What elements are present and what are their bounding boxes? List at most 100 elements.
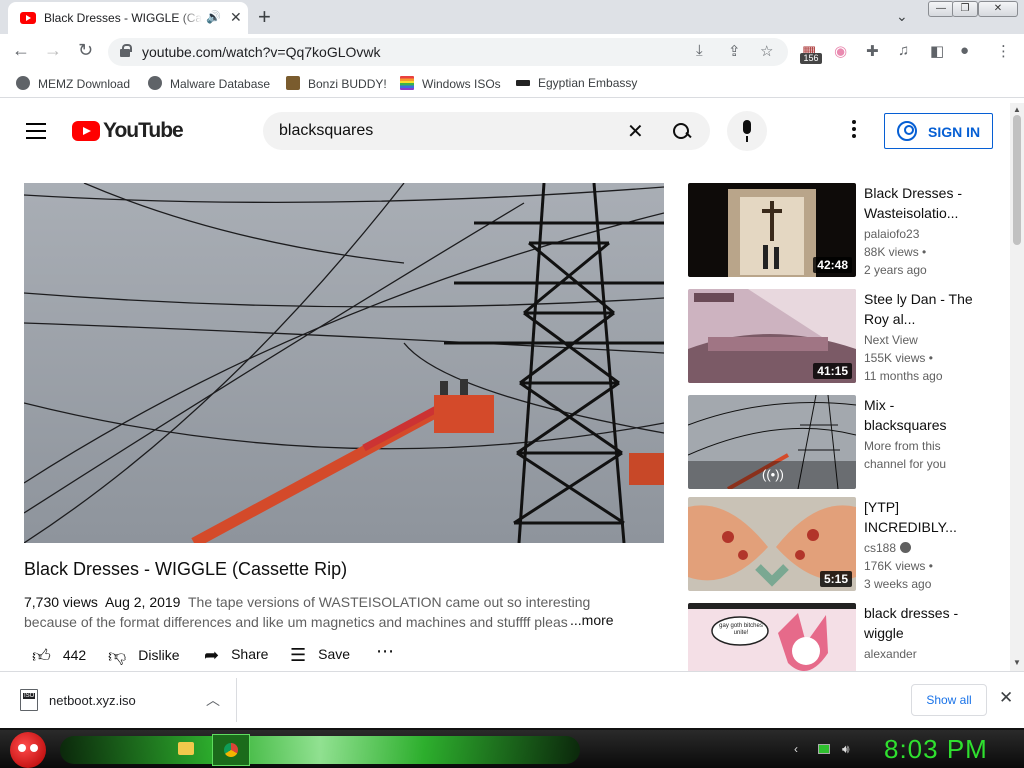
tab-close-icon[interactable]: ✕	[230, 9, 242, 26]
bookmark-bonzi-buddy[interactable]: Bonzi BUDDY!	[286, 76, 387, 91]
share-button[interactable]: ➦ Share	[204, 645, 268, 666]
back-button[interactable]: ←	[12, 40, 30, 61]
recommendation-item[interactable]: 41:15 Stee ly Dan - The Roy al... Next V…	[688, 289, 998, 383]
show-all-downloads-button[interactable]: Show all	[911, 684, 987, 716]
url-text[interactable]: youtube.com/watch?v=Qq7koGLOvwk	[142, 44, 381, 60]
recommendation-title[interactable]: black dresses - wiggle	[864, 603, 976, 643]
youtube-logo-icon[interactable]	[72, 121, 100, 141]
save-button[interactable]: ☰ Save	[290, 645, 350, 666]
forward-button[interactable]: →	[44, 40, 62, 61]
channel-name[interactable]: cs188	[864, 539, 994, 557]
file-explorer-folder-icon[interactable]	[178, 742, 194, 755]
like-button[interactable]: 👍︎ 442	[32, 645, 86, 667]
tray-expand-icon[interactable]: ‹	[794, 742, 798, 756]
bookmark-egyptian-embassy[interactable]: Egyptian Embassy	[516, 76, 637, 90]
more-actions-icon[interactable]: ⋯	[376, 641, 394, 662]
install-app-icon[interactable]: ⤓	[696, 42, 703, 59]
description-more-link[interactable]: ...more	[568, 612, 614, 628]
extension-flag-icon[interactable]: ◉	[834, 42, 847, 60]
volume-icon[interactable]: 🔊︎	[842, 742, 850, 757]
close-shelf-icon[interactable]: ✕	[999, 688, 1013, 708]
side-panel-icon[interactable]: ◧	[930, 42, 944, 60]
recommendation-thumbnail[interactable]: 41:15	[688, 289, 856, 383]
minimize-button[interactable]: —	[928, 1, 954, 17]
reload-button[interactable]: ↻	[78, 40, 93, 61]
profile-avatar-icon[interactable]: ●	[960, 42, 969, 59]
recommendation-item[interactable]: 42:48 Black Dresses - Wasteisolatio... p…	[688, 183, 998, 277]
speech-bubble-text: gay goth bitches unite!	[719, 623, 763, 636]
sign-in-label: SIGN IN	[928, 124, 981, 140]
settings-more-icon[interactable]	[852, 120, 856, 141]
bookmark-label: Egyptian Embassy	[538, 76, 638, 90]
globe-icon	[16, 76, 30, 90]
bookmark-memz[interactable]: MEMZ Download	[16, 76, 130, 91]
recommendation-title[interactable]: Stee ly Dan - The Roy al...	[864, 289, 976, 329]
bookmarks-bar: MEMZ Download Malware Database Bonzi BUD…	[0, 70, 1024, 98]
extensions-puzzle-icon[interactable]: ✚	[866, 42, 879, 60]
bonzi-icon	[286, 76, 300, 90]
address-bar[interactable]: youtube.com/watch?v=Qq7koGLOvwk ⤓ ⇪ ☆	[108, 38, 788, 66]
taskbar-clock[interactable]: 8:03 PM	[884, 734, 988, 765]
share-page-icon[interactable]: ⇪	[728, 42, 741, 60]
page-scrollbar[interactable]: ▲ ▼	[1010, 103, 1024, 671]
video-frame-power-tower	[24, 183, 664, 543]
search-icon[interactable]	[671, 121, 693, 143]
recommendation-thumbnail[interactable]: ((•))	[688, 395, 856, 489]
bookmark-label: Bonzi BUDDY!	[308, 77, 387, 91]
recommendation-thumbnail[interactable]: 42:48	[688, 183, 856, 277]
sign-in-button[interactable]: SIGN IN	[884, 113, 993, 149]
lock-icon[interactable]	[120, 44, 132, 57]
recommendation-item[interactable]: 5:15 [YTP] INCREDIBLY... cs188 176K view…	[688, 497, 998, 591]
bookmark-malware-database[interactable]: Malware Database	[148, 76, 270, 91]
youtube-wordmark[interactable]: YouTube	[103, 119, 184, 143]
video-player[interactable]	[24, 183, 664, 543]
download-options-chevron-icon[interactable]: ︿	[206, 690, 220, 710]
dislike-button[interactable]: 👎︎ Dislike	[108, 645, 180, 667]
recommendation-age: 3 weeks ago	[864, 577, 932, 591]
guide-menu-icon[interactable]	[26, 123, 46, 139]
scroll-down-arrow-icon[interactable]: ▼	[1013, 658, 1021, 667]
recommendation-views: 155K views •	[864, 351, 933, 365]
chrome-taskbar-icon[interactable]	[212, 734, 250, 766]
restore-button[interactable]: ❐	[952, 1, 978, 17]
like-count: 442	[62, 647, 87, 663]
share-arrow-icon: ➦	[204, 645, 220, 665]
new-tab-button[interactable]: +	[258, 4, 271, 30]
share-label: Share	[231, 646, 269, 662]
channel-name-text: cs188	[864, 541, 897, 555]
scrollbar-thumb[interactable]	[1013, 115, 1021, 245]
search-bar[interactable]: blacksquares ✕	[263, 112, 710, 150]
clear-search-icon[interactable]: ✕	[627, 119, 644, 144]
window-close-button[interactable]: ✕	[978, 1, 1018, 17]
recommendation-title[interactable]: Black Dresses - Wasteisolatio...	[864, 183, 976, 223]
audio-playing-icon[interactable]: 🔊	[206, 10, 221, 24]
browser-menu-icon[interactable]: ⋮	[996, 42, 1011, 60]
scroll-up-arrow-icon[interactable]: ▲	[1013, 105, 1021, 114]
recommendation-views: 88K views •	[864, 245, 927, 259]
download-filename[interactable]: netboot.xyz.iso	[49, 693, 136, 708]
video-actions: 👍︎ 442 👎︎ Dislike ➦ Share ☰ Save ⋯	[24, 641, 664, 667]
youtube-page: YouTube blacksquares ✕ SIGN IN Black Dre…	[0, 103, 1010, 671]
recommendation-item[interactable]: ((•)) Mix - blacksquares More from this …	[688, 395, 998, 489]
bookmark-star-icon[interactable]: ☆	[760, 42, 773, 60]
channel-name[interactable]: Next View	[864, 331, 994, 349]
network-icon[interactable]	[818, 744, 830, 754]
media-control-icon[interactable]: ♫	[898, 42, 909, 59]
upload-date: Aug 2, 2019	[104, 594, 181, 610]
video-title: Black Dresses - WIGGLE (Cassette Rip)	[24, 559, 348, 579]
recommendation-title[interactable]: [YTP] INCREDIBLY...	[864, 497, 976, 537]
browser-tab[interactable]: Black Dresses - WIGGLE (Cassette Rip) 🔊 …	[8, 2, 248, 34]
recommendation-item[interactable]: gay goth bitches unite! black dresses - …	[688, 603, 998, 671]
video-description[interactable]: 7,730 views Aug 2, 2019 The tape version…	[24, 592, 644, 632]
tab-search-chevron-icon[interactable]: ⌄	[896, 8, 908, 25]
recommendation-title[interactable]: Mix - blacksquares	[864, 395, 976, 435]
start-button-angry-bird-icon[interactable]	[10, 732, 46, 768]
search-input[interactable]: blacksquares	[279, 122, 373, 140]
bookmark-windows-isos[interactable]: Windows ISOs	[400, 76, 501, 91]
mix-subtitle-line2: channel for you	[864, 457, 947, 471]
recommendation-thumbnail[interactable]: gay goth bitches unite!	[688, 603, 856, 671]
channel-name[interactable]: alexander	[864, 645, 994, 663]
channel-name[interactable]: palaiofo23	[864, 225, 994, 243]
recommendation-thumbnail[interactable]: 5:15	[688, 497, 856, 591]
voice-search-mic-icon[interactable]	[727, 111, 767, 151]
